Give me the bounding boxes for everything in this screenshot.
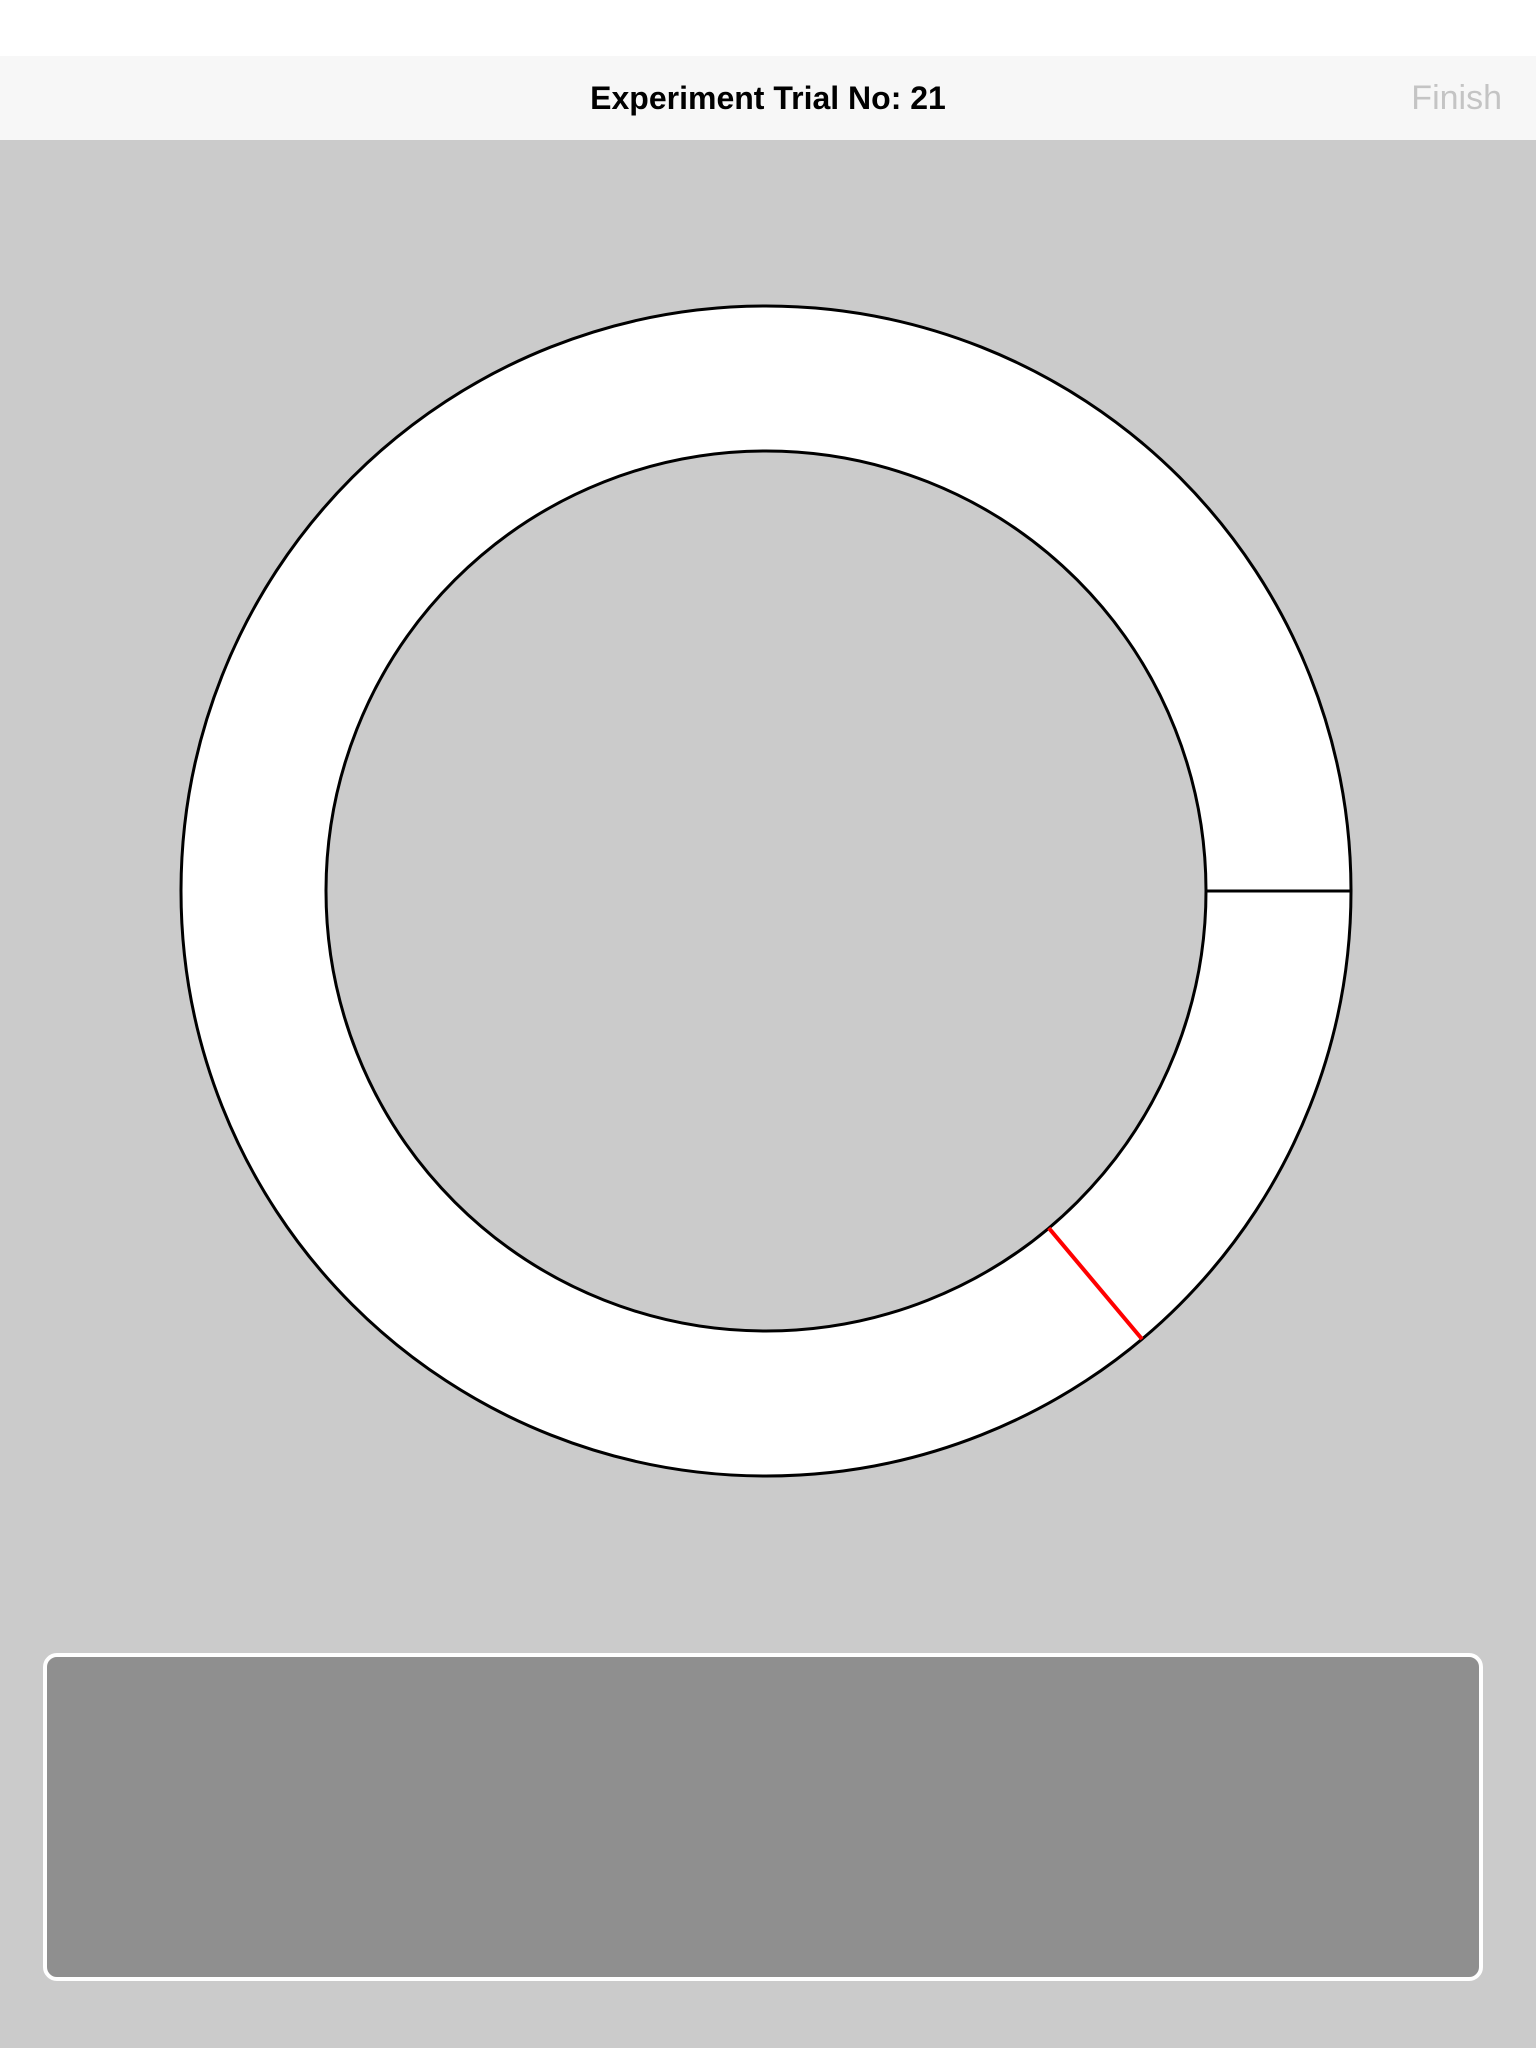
navigation-bar: Experiment Trial No: 21 Finish <box>0 56 1536 141</box>
trial-canvas <box>0 140 1536 2048</box>
finish-button[interactable]: Finish <box>1411 56 1502 140</box>
ring-inner-circle <box>324 449 1208 1333</box>
ring-dial[interactable] <box>0 140 1536 1540</box>
page-title: Experiment Trial No: 21 <box>590 80 946 116</box>
response-panel[interactable] <box>43 1653 1483 1981</box>
status-bar <box>0 0 1536 56</box>
